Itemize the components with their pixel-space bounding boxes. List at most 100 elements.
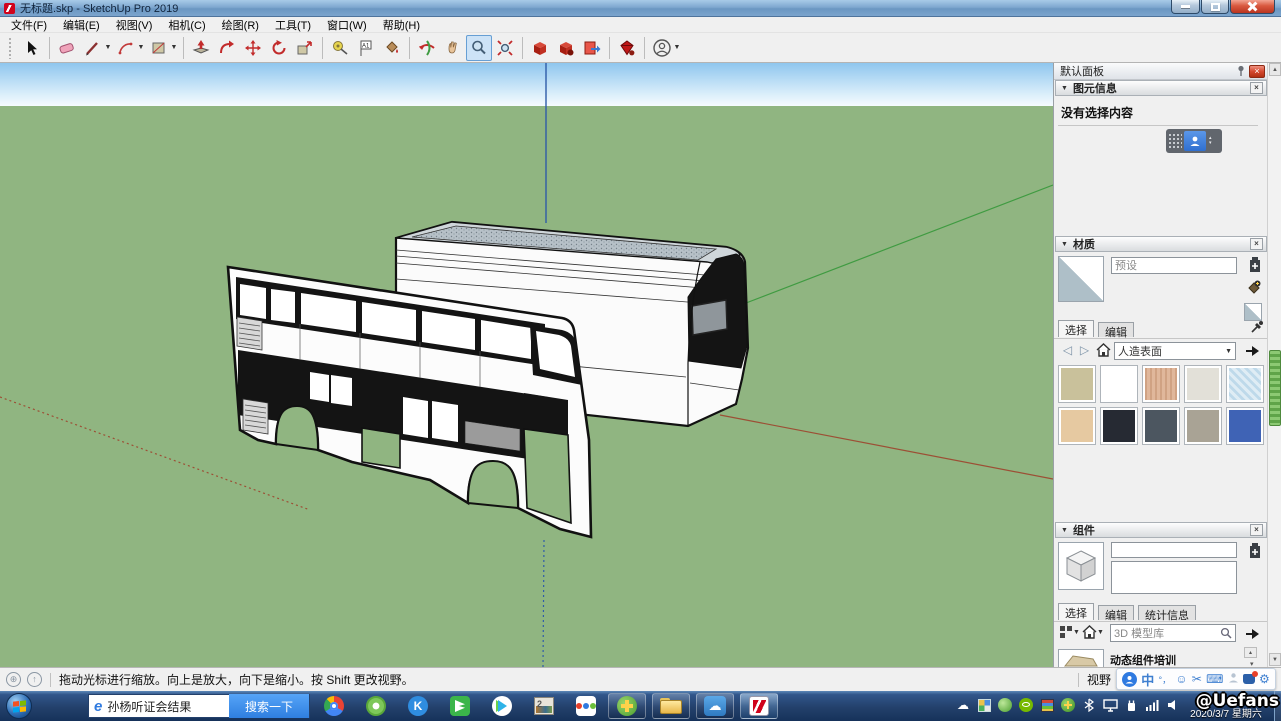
- send-to-layout-button[interactable]: [579, 35, 605, 61]
- move-tool-button[interactable]: [240, 35, 266, 61]
- taskbar-search-box[interactable]: e 孙杨听证会结果 搜索一下: [88, 694, 310, 718]
- extension-warehouse-button[interactable]: [614, 35, 640, 61]
- line-tool-dropdown[interactable]: ▼: [104, 44, 112, 51]
- select-tool-button[interactable]: [19, 35, 45, 61]
- close-button[interactable]: [1230, 0, 1275, 14]
- toolbar-drag-handle[interactable]: [8, 37, 13, 59]
- scroll-up-button[interactable]: ▲: [1269, 63, 1281, 76]
- title-bar[interactable]: 无标题.skp - SketchUp Pro 2019: [0, 0, 1281, 17]
- menu-file[interactable]: 文件(F): [3, 16, 55, 34]
- ime-clipboard-button[interactable]: ✂: [1192, 672, 1202, 686]
- menu-edit[interactable]: 编辑(E): [55, 16, 108, 34]
- tray-stack-icon[interactable]: [1039, 697, 1055, 713]
- material-swatch[interactable]: [1226, 407, 1264, 445]
- minimize-button[interactable]: [1171, 0, 1200, 14]
- tray-close-button[interactable]: ×: [1249, 65, 1265, 78]
- taskbar-explorer-button[interactable]: [652, 693, 690, 719]
- menu-window[interactable]: 窗口(W): [319, 16, 375, 34]
- arc-tool-dropdown[interactable]: ▼: [137, 44, 145, 51]
- material-swatch[interactable]: [1226, 365, 1264, 403]
- orbit-tool-button[interactable]: [414, 35, 440, 61]
- tray-360-icon[interactable]: [997, 697, 1013, 713]
- tray-header[interactable]: 默认面板 ×: [1054, 63, 1268, 80]
- create-material-button[interactable]: [1248, 256, 1262, 277]
- hidden-toggle-button[interactable]: [1184, 131, 1206, 151]
- taskbar-360-safe-button[interactable]: [608, 693, 646, 719]
- entity-info-close-button[interactable]: ×: [1250, 82, 1263, 94]
- taskbar-360-browser-button[interactable]: [360, 693, 392, 719]
- material-swatch[interactable]: [1184, 407, 1222, 445]
- ime-punctuation-toggle[interactable]: °，: [1159, 673, 1172, 686]
- taskbar-search-query[interactable]: 孙杨听证会结果: [107, 698, 191, 715]
- component-details-button[interactable]: [1244, 625, 1261, 645]
- model-viewport[interactable]: [0, 63, 1053, 667]
- tray-bluetooth-icon[interactable]: [1081, 697, 1097, 713]
- ime-account-icon[interactable]: [1228, 672, 1239, 686]
- rotate-tool-button[interactable]: [266, 35, 292, 61]
- scroll-down-button[interactable]: ▼: [1269, 653, 1281, 666]
- menu-draw[interactable]: 绘图(R): [214, 16, 267, 34]
- entity-info-header[interactable]: ▼ 图元信息 ×: [1055, 80, 1267, 96]
- list-scroll-up-button[interactable]: ▴: [1244, 647, 1257, 658]
- component-name-input[interactable]: [1111, 542, 1237, 558]
- ime-emoji-button[interactable]: ☺: [1175, 672, 1187, 686]
- tray-cloud-icon[interactable]: ☁: [955, 697, 971, 713]
- search-icon[interactable]: [1220, 627, 1232, 639]
- ime-keyboard-button[interactable]: ⌨: [1206, 672, 1223, 686]
- taskbar-chrome-button[interactable]: [318, 693, 350, 719]
- taskbar-search-button[interactable]: 搜索一下: [229, 694, 309, 718]
- components-header[interactable]: ▼ 组件 ×: [1055, 522, 1267, 538]
- tray-app-grid-icon[interactable]: [976, 697, 992, 713]
- ime-logo-icon[interactable]: [1122, 672, 1137, 687]
- view-options-button[interactable]: ▼: [1059, 625, 1080, 639]
- pin-icon[interactable]: [1236, 65, 1246, 77]
- components-tab-edit[interactable]: 编辑: [1098, 605, 1134, 620]
- component-description-box[interactable]: [1111, 561, 1237, 594]
- tape-measure-tool-button[interactable]: [327, 35, 353, 61]
- taskbar-cloud-app-button[interactable]: ☁: [696, 693, 734, 719]
- push-pull-tool-button[interactable]: [188, 35, 214, 61]
- line-tool-button[interactable]: [80, 35, 106, 61]
- materials-tab-select[interactable]: 选择: [1058, 320, 1094, 337]
- material-swatch[interactable]: [1142, 365, 1180, 403]
- materials-close-button[interactable]: ×: [1250, 238, 1263, 250]
- pan-tool-button[interactable]: [440, 35, 466, 61]
- materials-tab-edit[interactable]: 编辑: [1098, 322, 1134, 337]
- taskbar-tencent-video-button[interactable]: [486, 693, 518, 719]
- account-button[interactable]: [649, 35, 675, 61]
- account-dropdown[interactable]: ▼: [673, 44, 681, 51]
- rectangle-tool-button[interactable]: [146, 35, 172, 61]
- forward-button[interactable]: ▷: [1077, 343, 1092, 357]
- menu-help[interactable]: 帮助(H): [375, 16, 428, 34]
- ime-settings-gear-icon[interactable]: ⚙: [1259, 672, 1270, 686]
- tray-volume-icon[interactable]: [1165, 697, 1181, 713]
- back-button[interactable]: ◁: [1060, 343, 1075, 357]
- credits-icon[interactable]: ↑: [27, 672, 42, 687]
- ime-mode-toggle[interactable]: 中: [1141, 670, 1154, 689]
- material-details-button[interactable]: [1244, 342, 1261, 362]
- secondary-material-swatch[interactable]: [1244, 303, 1262, 321]
- material-swatch[interactable]: [1142, 407, 1180, 445]
- zoom-tool-button[interactable]: [466, 35, 492, 61]
- component-thumbnail[interactable]: [1058, 649, 1104, 667]
- components-close-button[interactable]: ×: [1250, 524, 1263, 536]
- create-component-button[interactable]: [1248, 542, 1262, 563]
- material-category-select[interactable]: 人造表面 ▼: [1114, 342, 1236, 360]
- scrollbar-thumb[interactable]: [1269, 350, 1281, 426]
- arc-tool-button[interactable]: [113, 35, 139, 61]
- material-swatch[interactable]: [1058, 365, 1096, 403]
- materials-header[interactable]: ▼ 材质 ×: [1055, 236, 1267, 252]
- zoom-extents-tool-button[interactable]: [492, 35, 518, 61]
- tray-display-icon[interactable]: [1102, 697, 1118, 713]
- menu-tools[interactable]: 工具(T): [267, 16, 319, 34]
- follow-me-tool-button[interactable]: [214, 35, 240, 61]
- scale-tool-button[interactable]: [292, 35, 318, 61]
- toggle-grid-icon[interactable]: [1168, 133, 1182, 149]
- spinner-arrows[interactable]: ▴▾: [1209, 136, 1212, 146]
- material-swatch[interactable]: [1184, 365, 1222, 403]
- taskbar-meeting-app-button[interactable]: [570, 693, 602, 719]
- sample-paint-button[interactable]: [1250, 320, 1264, 337]
- component-search-input[interactable]: 3D 模型库: [1110, 624, 1236, 642]
- material-swatch[interactable]: [1058, 407, 1096, 445]
- component-home-button[interactable]: ▼: [1082, 625, 1104, 639]
